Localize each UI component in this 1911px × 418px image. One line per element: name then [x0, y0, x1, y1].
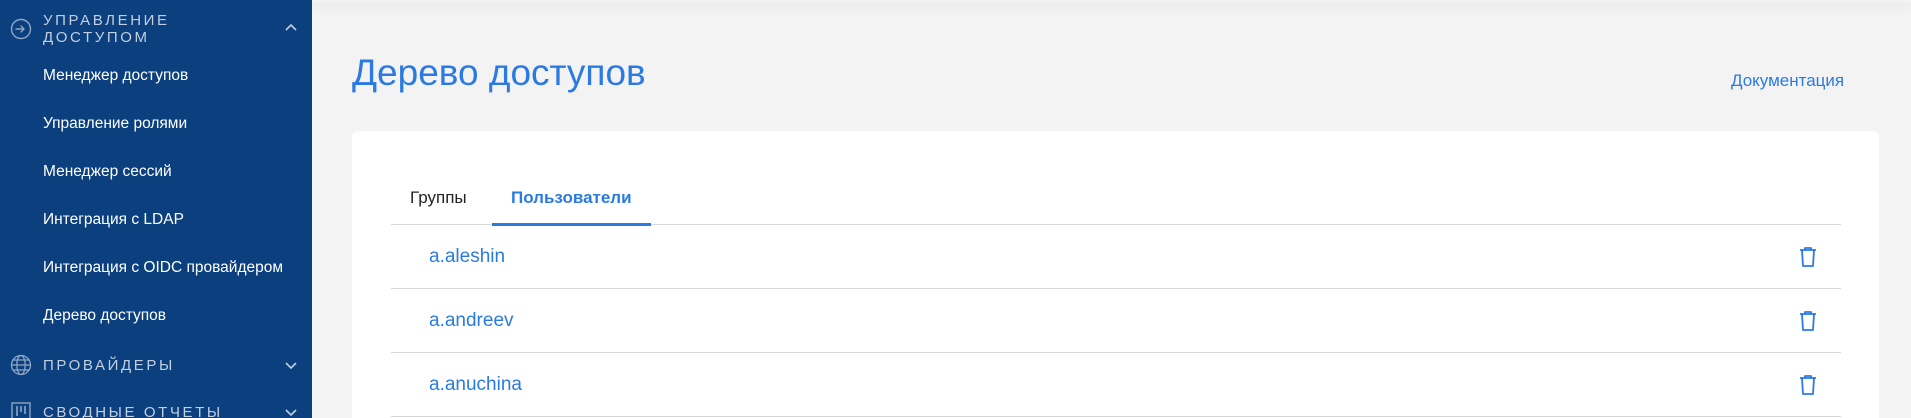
user-row: a.aleshin	[391, 225, 1841, 289]
sidebar-item-access-manager[interactable]: Менеджер доступов	[43, 67, 188, 85]
sidebar-section-access-management[interactable]: Управление доступом	[0, 12, 312, 48]
sidebar-section-label: Сводные отчеты	[43, 404, 223, 418]
chevron-down-icon	[284, 358, 298, 372]
section-label-line1: Управление	[43, 12, 170, 29]
sidebar-section-label: Управление доступом	[43, 12, 170, 46]
section-label-line2: доступом	[43, 29, 150, 46]
sign-in-icon	[10, 18, 32, 40]
user-row: a.andreev	[391, 289, 1841, 353]
user-name-link[interactable]: a.anuchina	[429, 353, 522, 417]
sidebar: Управление доступом Менеджер доступов Уп…	[0, 0, 312, 418]
sidebar-item-ldap-integration[interactable]: Интеграция с LDAP	[43, 211, 184, 229]
globe-icon	[10, 354, 32, 376]
sidebar-item-session-manager[interactable]: Менеджер сессий	[43, 163, 172, 181]
chevron-down-icon	[284, 405, 298, 418]
trash-icon[interactable]	[1797, 373, 1819, 397]
app-root: Управление доступом Менеджер доступов Уп…	[0, 0, 1911, 418]
trash-icon[interactable]	[1797, 309, 1819, 333]
tab-users[interactable]: Пользователи	[492, 170, 651, 226]
sidebar-item-access-tree[interactable]: Дерево доступов	[43, 307, 166, 325]
user-name-link[interactable]: a.andreev	[429, 289, 514, 353]
sidebar-item-oidc-integration[interactable]: Интеграция с OIDC провайдером	[43, 259, 283, 277]
user-name-link[interactable]: a.aleshin	[429, 225, 505, 289]
sidebar-section-providers[interactable]: Провайдеры	[0, 354, 312, 376]
page-title: Дерево доступов	[352, 52, 646, 93]
sidebar-item-role-management[interactable]: Управление ролями	[43, 115, 187, 133]
chevron-up-icon	[284, 21, 298, 35]
sidebar-section-reports[interactable]: Сводные отчеты	[0, 401, 312, 418]
documentation-link[interactable]: Документация	[1731, 71, 1844, 91]
tab-groups[interactable]: Группы	[410, 170, 467, 225]
top-bar-shadow	[312, 0, 1911, 2]
user-row: a.anuchina	[391, 353, 1841, 417]
sidebar-section-label: Провайдеры	[43, 357, 175, 374]
tab-bar: Группы Пользователи	[391, 170, 1841, 226]
trash-icon[interactable]	[1797, 245, 1819, 269]
kanban-icon	[10, 401, 32, 418]
